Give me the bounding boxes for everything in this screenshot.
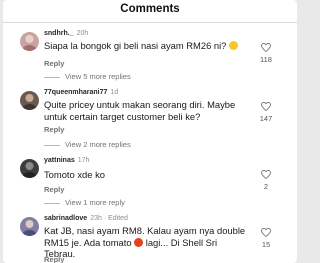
reply-button[interactable]: Reply	[44, 185, 64, 194]
avatar[interactable]	[20, 159, 39, 178]
comment-time: 23h	[90, 215, 102, 222]
view-more-replies-label: View 5 more replies	[65, 72, 131, 81]
comment-text: Tomoto xde ko	[44, 169, 105, 180]
heart-icon	[261, 170, 271, 179]
view-more-replies[interactable]: View 5 more replies	[44, 72, 131, 81]
like-count: 147	[259, 114, 273, 123]
comment-meta: yattninas 17h	[44, 157, 89, 164]
comment-time: 20h	[76, 30, 89, 37]
edited-label: · Edited	[103, 215, 128, 222]
comment-meta: sabrinadlove 23h · Edited	[44, 215, 128, 222]
comment-username[interactable]: sabrinadlove	[44, 215, 87, 222]
like-button[interactable]: 2	[257, 170, 275, 191]
comment-text: Quite pricey untuk makan seorang diri. M…	[44, 99, 236, 122]
page-title: Comments	[120, 3, 180, 15]
view-more-replies-label: View 1 more reply	[65, 198, 125, 207]
like-button[interactable]: 147	[257, 102, 275, 123]
avatar[interactable]	[20, 91, 39, 110]
like-button[interactable]: 15	[257, 228, 275, 249]
like-button[interactable]: 118	[257, 43, 275, 64]
heart-icon	[261, 102, 271, 111]
comment-meta: sndhrh._ 20h	[44, 30, 88, 37]
comment-username[interactable]: 77queenmharani77	[44, 89, 107, 96]
view-more-replies-label: View 2 more replies	[65, 140, 131, 149]
like-count: 2	[263, 182, 269, 191]
view-more-replies[interactable]: View 2 more replies	[44, 140, 131, 149]
comment-time: 1d	[110, 89, 119, 96]
comment-username[interactable]: sndhrh._	[44, 30, 74, 37]
laugh-cry-emoji	[229, 41, 239, 50]
view-more-replies[interactable]: View 1 more reply	[44, 198, 125, 207]
comment-text: Siapa la bongok gi beli nasi ayam RM26 n…	[44, 40, 244, 52]
reply-button[interactable]: Reply	[44, 59, 64, 68]
avatar[interactable]	[20, 217, 39, 236]
comment-username[interactable]: yattninas	[44, 157, 75, 164]
comment-time: 17h	[77, 157, 90, 164]
tomato-emoji	[134, 237, 144, 247]
like-count: 118	[260, 55, 272, 64]
comment-text-body: Siapa la bongok gi beli nasi ayam RM26 n…	[44, 40, 227, 51]
reply-button[interactable]: Reply	[44, 255, 64, 263]
like-count: 15	[261, 240, 271, 249]
comments-panel: Comments sndhrh._ 20h Siapa la bongok gi …	[3, 0, 297, 263]
reply-button[interactable]: Reply	[44, 125, 64, 134]
avatar[interactable]	[20, 32, 39, 51]
header-divider	[3, 22, 297, 23]
comment-text: Kat JB, nasi ayam RM8. Kalau ayam nya do…	[44, 225, 249, 260]
heart-icon	[261, 228, 271, 237]
comment-meta: 77queenmharani77 1d	[44, 89, 118, 96]
heart-icon	[261, 43, 271, 52]
